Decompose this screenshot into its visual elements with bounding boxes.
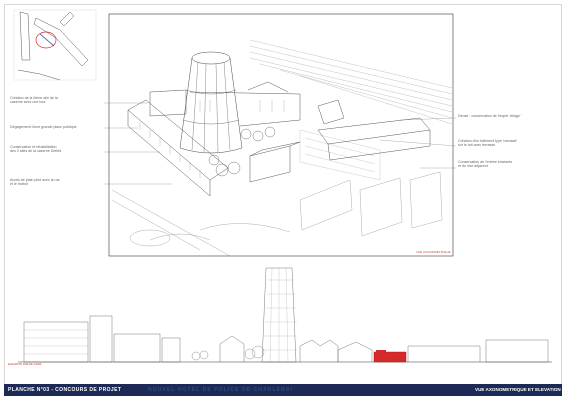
nomade-building bbox=[317, 99, 431, 161]
elevation bbox=[18, 267, 552, 363]
annotation-village-spirit: Densé : conservation de l'esprit 'villag… bbox=[458, 114, 521, 118]
footer-project-title: NOUVEL HOTEL DE POLICE DE CHARLEROI bbox=[148, 387, 294, 393]
elevation-caption: ELEVATION RUE DE 1/1000 bbox=[8, 363, 42, 366]
annotation-public-square: Dégagement d'une grande place publique bbox=[10, 125, 77, 129]
axonometric-view bbox=[108, 13, 454, 257]
caserne-wing-left bbox=[127, 81, 301, 197]
elevation-tower bbox=[261, 267, 297, 363]
trees bbox=[208, 126, 276, 177]
poster-sheet: Création de la 5ème aile de la caserne a… bbox=[0, 0, 566, 400]
annotation-nomade-building: Création d'un bâtiment type 'nomade' sur… bbox=[458, 139, 518, 148]
annotation-street-access: Accès de plain pied avec la rue et le tr… bbox=[10, 178, 60, 187]
site-plan-thumbnail bbox=[13, 9, 97, 81]
footer-sheet-title: PLANCHE N°03 - CONCOURS DE PROJET bbox=[8, 387, 122, 393]
public-square bbox=[299, 129, 381, 181]
annotation-existing-entrance: Conservation de l'entrée existante et du… bbox=[458, 160, 513, 169]
leader-lines-right bbox=[379, 117, 457, 169]
annotation-fifth-wing: Création de la 5ème aile de la caserne a… bbox=[10, 96, 58, 105]
tower bbox=[179, 51, 243, 154]
drawing-canvas bbox=[13, 9, 552, 393]
footer-view-title: VUE AXONOMETRIQUE ET ELEVATION bbox=[475, 387, 561, 392]
axonometric-caption: VUE AXONOMETRIQUE bbox=[416, 250, 451, 254]
annotation-defeld-wings: Conservation et réhabilitation des 2 ail… bbox=[10, 145, 62, 154]
